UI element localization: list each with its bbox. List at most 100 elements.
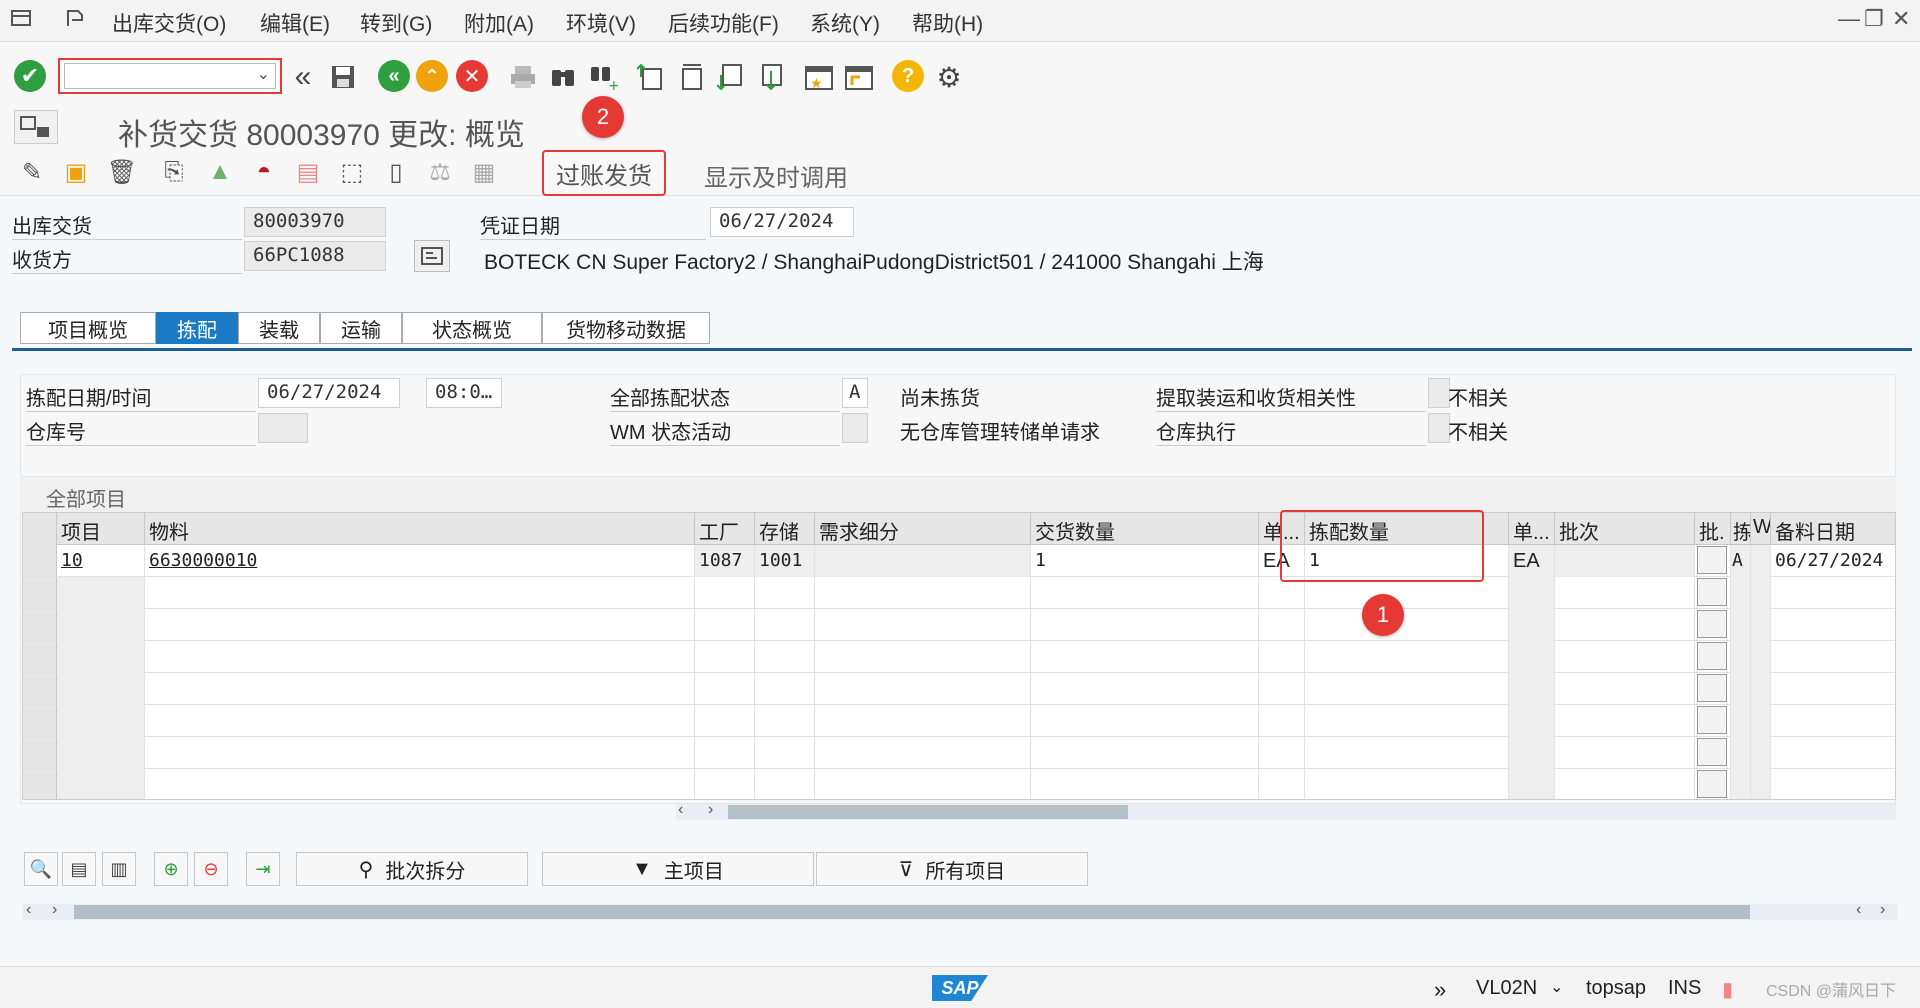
table-row[interactable] bbox=[23, 673, 1895, 705]
overall-pick-status-field[interactable]: A bbox=[842, 378, 868, 408]
last-page-icon[interactable] bbox=[754, 60, 788, 94]
menu-help[interactable]: 帮助(H) bbox=[912, 8, 983, 38]
batch-split-button[interactable]: ⚲ 批次拆分 bbox=[296, 852, 528, 886]
help-icon[interactable]: ? bbox=[892, 60, 924, 92]
batch-split-checkbox[interactable] bbox=[1697, 546, 1727, 574]
batch-split-checkbox[interactable] bbox=[1697, 738, 1727, 766]
screen-horizontal-scrollbar[interactable]: ‹ › ‹ › bbox=[22, 901, 1898, 920]
address-details-icon[interactable] bbox=[414, 240, 450, 272]
cell-material[interactable]: 6630000010 bbox=[145, 545, 695, 577]
cancel-icon[interactable]: ✕ bbox=[456, 60, 488, 92]
first-page-icon[interactable] bbox=[634, 60, 668, 94]
col-pick-status[interactable]: 拣 bbox=[1731, 513, 1751, 545]
previous-page-icon[interactable] bbox=[674, 60, 708, 94]
table-row[interactable] bbox=[23, 769, 1895, 799]
tab-item-overview[interactable]: 项目概览 bbox=[20, 312, 156, 344]
table-row[interactable] bbox=[23, 609, 1895, 641]
print-icon[interactable] bbox=[506, 60, 540, 94]
tab-status-overview[interactable]: 状态概览 bbox=[402, 312, 542, 344]
col-item[interactable]: 项目 bbox=[57, 513, 145, 545]
hat-icon[interactable]: ◓ bbox=[248, 156, 280, 188]
screen-scroll-right-icon-right[interactable]: › bbox=[1880, 901, 1885, 919]
command-input[interactable] bbox=[64, 63, 276, 89]
create-session-icon[interactable]: ★ bbox=[802, 60, 836, 94]
transaction-code[interactable]: VL02N bbox=[1476, 977, 1537, 1000]
minimize-button[interactable]: — bbox=[1838, 6, 1860, 32]
find-next-icon[interactable]: + bbox=[586, 60, 620, 94]
col-storage-location[interactable]: 存储 bbox=[755, 513, 815, 545]
col-wm-status[interactable]: W bbox=[1751, 513, 1771, 545]
deselect-all-icon[interactable]: ▥ bbox=[102, 852, 136, 886]
sap-menu-icon[interactable] bbox=[64, 8, 88, 30]
screen-scroll-right-icon[interactable]: › bbox=[52, 901, 57, 919]
cell-item[interactable]: 10 bbox=[57, 545, 145, 577]
book-icon[interactable]: ▯ bbox=[380, 156, 412, 188]
main-item-button[interactable]: ▼ 主项目 bbox=[542, 852, 814, 886]
package-icon[interactable]: ⬚ bbox=[336, 156, 368, 188]
command-field[interactable]: ⌄ bbox=[58, 58, 282, 94]
scale-icon[interactable]: ⚖ bbox=[424, 156, 456, 188]
menu-delivery[interactable]: 出库交货(O) bbox=[112, 8, 226, 38]
grid-icon[interactable]: ▦ bbox=[468, 156, 500, 188]
warehouse-number-field[interactable] bbox=[258, 413, 308, 443]
screen-scroll-left-icon[interactable]: ‹ bbox=[26, 901, 31, 919]
input-mode[interactable]: INS bbox=[1668, 977, 1701, 1000]
menu-subsequent-functions[interactable]: 后续功能(F) bbox=[668, 8, 779, 38]
col-overflow[interactable]: 伯 bbox=[1893, 513, 1895, 545]
select-all-icon[interactable]: ▤ bbox=[62, 852, 96, 886]
cell-batch-split[interactable] bbox=[1695, 545, 1731, 577]
pick-date-field[interactable]: 06/27/2024 bbox=[258, 378, 400, 408]
copy-icon[interactable]: ⎘ bbox=[158, 156, 190, 188]
table-row[interactable] bbox=[23, 705, 1895, 737]
double-left-icon[interactable]: « bbox=[286, 60, 320, 94]
col-material[interactable]: 物料 bbox=[145, 513, 695, 545]
find-icon[interactable] bbox=[546, 60, 580, 94]
batch-split-checkbox[interactable] bbox=[1697, 642, 1727, 670]
menu-icon[interactable] bbox=[10, 8, 34, 30]
load-relevance-field[interactable] bbox=[1428, 378, 1450, 408]
transfer-icon[interactable]: ⇥ bbox=[246, 852, 280, 886]
delivery-field[interactable]: 80003970 bbox=[244, 207, 386, 237]
exit-icon[interactable]: ⌃ bbox=[416, 60, 448, 92]
col-batch[interactable]: 批次 bbox=[1555, 513, 1695, 545]
menu-extras[interactable]: 附加(A) bbox=[464, 8, 534, 38]
table-row[interactable]: 10 6630000010 1087 1001 1 EA 1 EA A 06/2… bbox=[23, 545, 1895, 577]
document-date-field[interactable]: 06/27/2024 bbox=[710, 207, 854, 237]
col-delivery-quantity[interactable]: 交货数量 bbox=[1031, 513, 1259, 545]
warehouse-execution-field[interactable] bbox=[1428, 413, 1450, 443]
tab-picking[interactable]: 拣配 bbox=[156, 312, 238, 344]
table-row[interactable] bbox=[23, 577, 1895, 609]
col-plant[interactable]: 工厂 bbox=[695, 513, 755, 545]
mountain-icon[interactable]: ▲ bbox=[204, 156, 236, 188]
cell-availability-date[interactable]: 06/27/2024 bbox=[1771, 545, 1895, 577]
wm-status-field[interactable] bbox=[842, 413, 868, 443]
create-icon[interactable]: ▣ bbox=[60, 156, 92, 188]
restore-button[interactable]: ❐ bbox=[1864, 6, 1884, 32]
screen-scroll-thumb[interactable] bbox=[74, 905, 1750, 919]
scroll-right-icon[interactable]: › bbox=[708, 801, 713, 819]
post-goods-issue-button[interactable]: 过账发货 bbox=[542, 150, 666, 196]
menu-environment[interactable]: 环境(V) bbox=[566, 8, 636, 38]
screen-scroll-left-icon-right[interactable]: ‹ bbox=[1856, 901, 1861, 919]
document-icon[interactable]: ▤ bbox=[292, 156, 324, 188]
menu-edit[interactable]: 编辑(E) bbox=[260, 8, 330, 38]
back-icon[interactable]: « bbox=[378, 60, 410, 92]
settings-icon[interactable]: ⚙ bbox=[932, 60, 966, 94]
shortcut-icon[interactable] bbox=[842, 60, 876, 94]
batch-split-checkbox[interactable] bbox=[1697, 770, 1727, 798]
tab-transport[interactable]: 运输 bbox=[320, 312, 402, 344]
display-change-icon[interactable]: ✎ bbox=[16, 156, 48, 188]
chevron-down-icon[interactable]: ⌄ bbox=[257, 64, 270, 84]
batch-split-checkbox[interactable] bbox=[1697, 610, 1727, 638]
cell-delivery-quantity[interactable]: 1 bbox=[1031, 545, 1259, 577]
scroll-left-icon[interactable]: ‹ bbox=[678, 801, 683, 819]
col-requirement-segment[interactable]: 需求细分 bbox=[815, 513, 1031, 545]
display-timely-call-button[interactable]: 显示及时调用 bbox=[704, 158, 848, 193]
delete-row-icon[interactable]: ⊖ bbox=[194, 852, 228, 886]
ship-to-field[interactable]: 66PC1088 bbox=[244, 241, 386, 271]
batch-split-checkbox[interactable] bbox=[1697, 578, 1727, 606]
next-page-icon[interactable] bbox=[714, 60, 748, 94]
screen-toggle-icon[interactable] bbox=[14, 110, 58, 144]
expand-status-icon[interactable]: » bbox=[1434, 977, 1446, 1003]
col-availability-date[interactable]: 备料日期 bbox=[1771, 513, 1895, 545]
